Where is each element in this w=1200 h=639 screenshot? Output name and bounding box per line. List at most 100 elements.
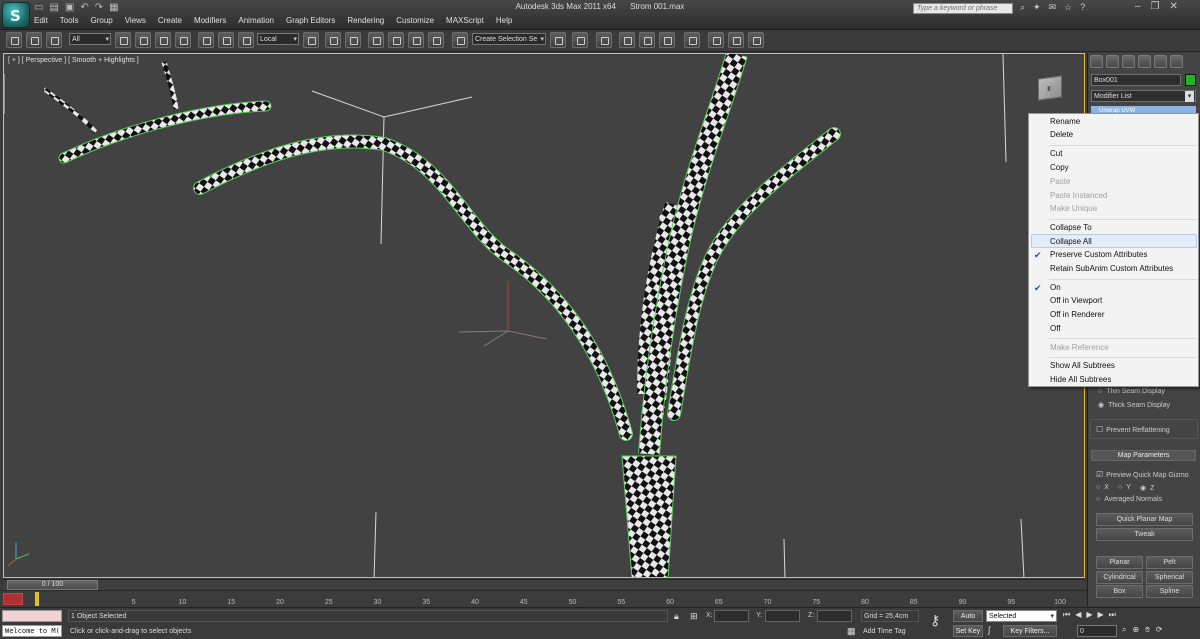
next-frame-icon[interactable]: ▶	[1098, 610, 1104, 620]
track-bar[interactable]: 5 10 15 20 25 30 35 40 45 50 55 60 65 70 75 80 85 90 95 100	[0, 590, 1087, 607]
perspective-viewport[interactable]: [ + ] [ Perspective ] [ Smooth + Highlig…	[3, 53, 1085, 578]
planar-button[interactable]: Planar	[1096, 556, 1143, 569]
select-object-icon[interactable]	[115, 32, 131, 48]
menu-item-retain-subanim[interactable]: Retain SubAnim Custom Attributes	[1050, 263, 1173, 275]
rendered-frame-window-icon[interactable]	[728, 32, 744, 48]
percent-snap-icon[interactable]	[408, 32, 424, 48]
mini-curve-editor-icon[interactable]	[3, 593, 23, 605]
map-parameters-rollout[interactable]: Map Parameters	[1091, 450, 1196, 461]
menu-item-off[interactable]: Off	[1050, 323, 1061, 335]
create-tab-icon[interactable]	[1090, 55, 1103, 68]
menu-modifiers[interactable]: Modifiers	[194, 16, 226, 28]
pivot-center-icon[interactable]	[303, 32, 319, 48]
menu-item-off-in-viewport[interactable]: Off in Viewport	[1050, 295, 1102, 307]
axis-z-radio[interactable]: Z	[1140, 484, 1154, 492]
menu-item-off-in-renderer[interactable]: Off in Renderer	[1050, 309, 1105, 321]
bind-space-warp-icon[interactable]	[46, 32, 62, 48]
menu-tools[interactable]: Tools	[60, 16, 79, 28]
move-icon[interactable]	[198, 32, 214, 48]
averaged-normals-radio[interactable]: Averaged Normals	[1096, 496, 1162, 503]
pelt-button[interactable]: Pelt	[1146, 556, 1193, 569]
spherical-button[interactable]: Spherical	[1146, 571, 1193, 584]
current-frame-field[interactable]: 0	[1077, 625, 1117, 637]
spline-button[interactable]: Spline	[1146, 585, 1193, 598]
open-file-icon[interactable]: ▤	[49, 2, 58, 14]
save-file-icon[interactable]: ▣	[65, 2, 74, 14]
edit-named-selection-icon[interactable]	[452, 32, 468, 48]
spinner-snap-icon[interactable]	[428, 32, 444, 48]
window-crossing-icon[interactable]	[175, 32, 191, 48]
z-coordinate-field[interactable]	[817, 610, 852, 622]
menu-views[interactable]: Views	[125, 16, 146, 28]
menu-rendering[interactable]: Rendering	[347, 16, 384, 28]
search-input[interactable]: Type a keyword or phrase	[913, 3, 1013, 14]
menu-item-delete[interactable]: Delete	[1050, 129, 1073, 141]
tweak-button[interactable]: Tweak	[1096, 528, 1193, 541]
snaps-toggle-icon[interactable]	[368, 32, 384, 48]
thick-seam-radio[interactable]: Thick Seam Display	[1098, 401, 1170, 409]
rotate-icon[interactable]	[218, 32, 234, 48]
menu-item-collapse-to[interactable]: Collapse To	[1050, 222, 1092, 234]
add-time-tag-button[interactable]: Add Time Tag	[861, 626, 931, 638]
layer-manager-icon[interactable]	[596, 32, 612, 48]
material-editor-icon[interactable]	[684, 32, 700, 48]
menu-create[interactable]: Create	[158, 16, 182, 28]
play-icon[interactable]: ▶	[1086, 610, 1092, 620]
mirror-icon[interactable]	[550, 32, 566, 48]
restore-icon[interactable]: ❐	[1151, 1, 1160, 12]
unlink-icon[interactable]	[26, 32, 42, 48]
box-button[interactable]: Box	[1096, 585, 1143, 598]
hierarchy-tab-icon[interactable]	[1122, 55, 1135, 68]
time-slider-thumb[interactable]: 0 / 100	[7, 580, 98, 590]
cylindrical-button[interactable]: Cylindrical	[1096, 571, 1143, 584]
keyboard-shortcut-icon[interactable]	[345, 32, 361, 48]
selection-filter-dropdown[interactable]: All	[69, 33, 111, 45]
display-tab-icon[interactable]	[1154, 55, 1167, 68]
zoom-icon[interactable]: ⌕	[1122, 625, 1126, 635]
modify-tab-icon[interactable]	[1106, 55, 1119, 68]
align-icon[interactable]	[572, 32, 588, 48]
absolute-mode-icon[interactable]: ⊞	[690, 611, 698, 622]
x-coordinate-field[interactable]	[714, 610, 749, 622]
menu-edit[interactable]: Edit	[34, 16, 48, 28]
menu-customize[interactable]: Customize	[396, 16, 434, 28]
zoom-all-icon[interactable]: ⊕	[1132, 625, 1139, 635]
reference-coordinate-dropdown[interactable]: Local	[257, 33, 299, 45]
menu-item-preserve-custom-attributes[interactable]: Preserve Custom Attributes	[1050, 249, 1147, 261]
object-name-field[interactable]: Box001	[1091, 74, 1181, 86]
redo-icon[interactable]: ↷	[95, 2, 103, 14]
menu-item-show-all-subtrees[interactable]: Show All Subtrees	[1050, 360, 1115, 372]
menu-graph-editors[interactable]: Graph Editors	[286, 16, 335, 28]
key-filters-button[interactable]: Key Filters...	[1003, 625, 1057, 637]
close-icon[interactable]: ✕	[1170, 1, 1178, 12]
go-to-start-icon[interactable]: ⏮	[1063, 610, 1070, 620]
favorites-icon[interactable]: ☆	[1064, 2, 1072, 13]
help-icon[interactable]: ?	[1080, 2, 1085, 13]
thin-seam-radio[interactable]: Thin Seam Display	[1098, 388, 1165, 395]
named-selection-dropdown[interactable]: Create Selection Se	[472, 33, 546, 45]
menu-help[interactable]: Help	[496, 16, 512, 28]
modifier-list-dropdown[interactable]: Modifier List	[1091, 90, 1196, 102]
pan-icon[interactable]: ✋︎	[1145, 625, 1150, 635]
go-to-end-icon[interactable]: ⏭	[1109, 610, 1116, 620]
minimize-icon[interactable]: –	[1135, 1, 1141, 12]
select-by-name-icon[interactable]	[135, 32, 151, 48]
menu-item-hide-all-subtrees[interactable]: Hide All Subtrees	[1050, 374, 1111, 386]
render-production-icon[interactable]	[748, 32, 764, 48]
app-logo-button[interactable]: S	[2, 2, 30, 28]
lock-icon[interactable]: 🔒︎	[674, 611, 679, 622]
scene-canvas[interactable]	[4, 54, 1085, 578]
preview-gizmo-checkbox[interactable]: Preview Quick Map Gizmo	[1096, 470, 1188, 479]
undo-icon[interactable]: ↶	[80, 2, 88, 14]
menu-item-cut[interactable]: Cut	[1050, 148, 1062, 160]
key-icon[interactable]: ⚷	[930, 612, 948, 632]
tree-trunk-base[interactable]	[621, 455, 677, 578]
render-setup-icon[interactable]	[708, 32, 724, 48]
time-slider-track[interactable]: 0 / 100	[3, 579, 1085, 590]
binoculars-icon[interactable]: ⌕	[1020, 2, 1025, 13]
subscription-icon[interactable]: ✦	[1033, 2, 1041, 13]
scale-icon[interactable]	[238, 32, 254, 48]
previous-frame-icon[interactable]: ◀	[1075, 610, 1081, 620]
y-coordinate-field[interactable]	[765, 610, 800, 622]
menu-item-copy[interactable]: Copy	[1050, 162, 1069, 174]
